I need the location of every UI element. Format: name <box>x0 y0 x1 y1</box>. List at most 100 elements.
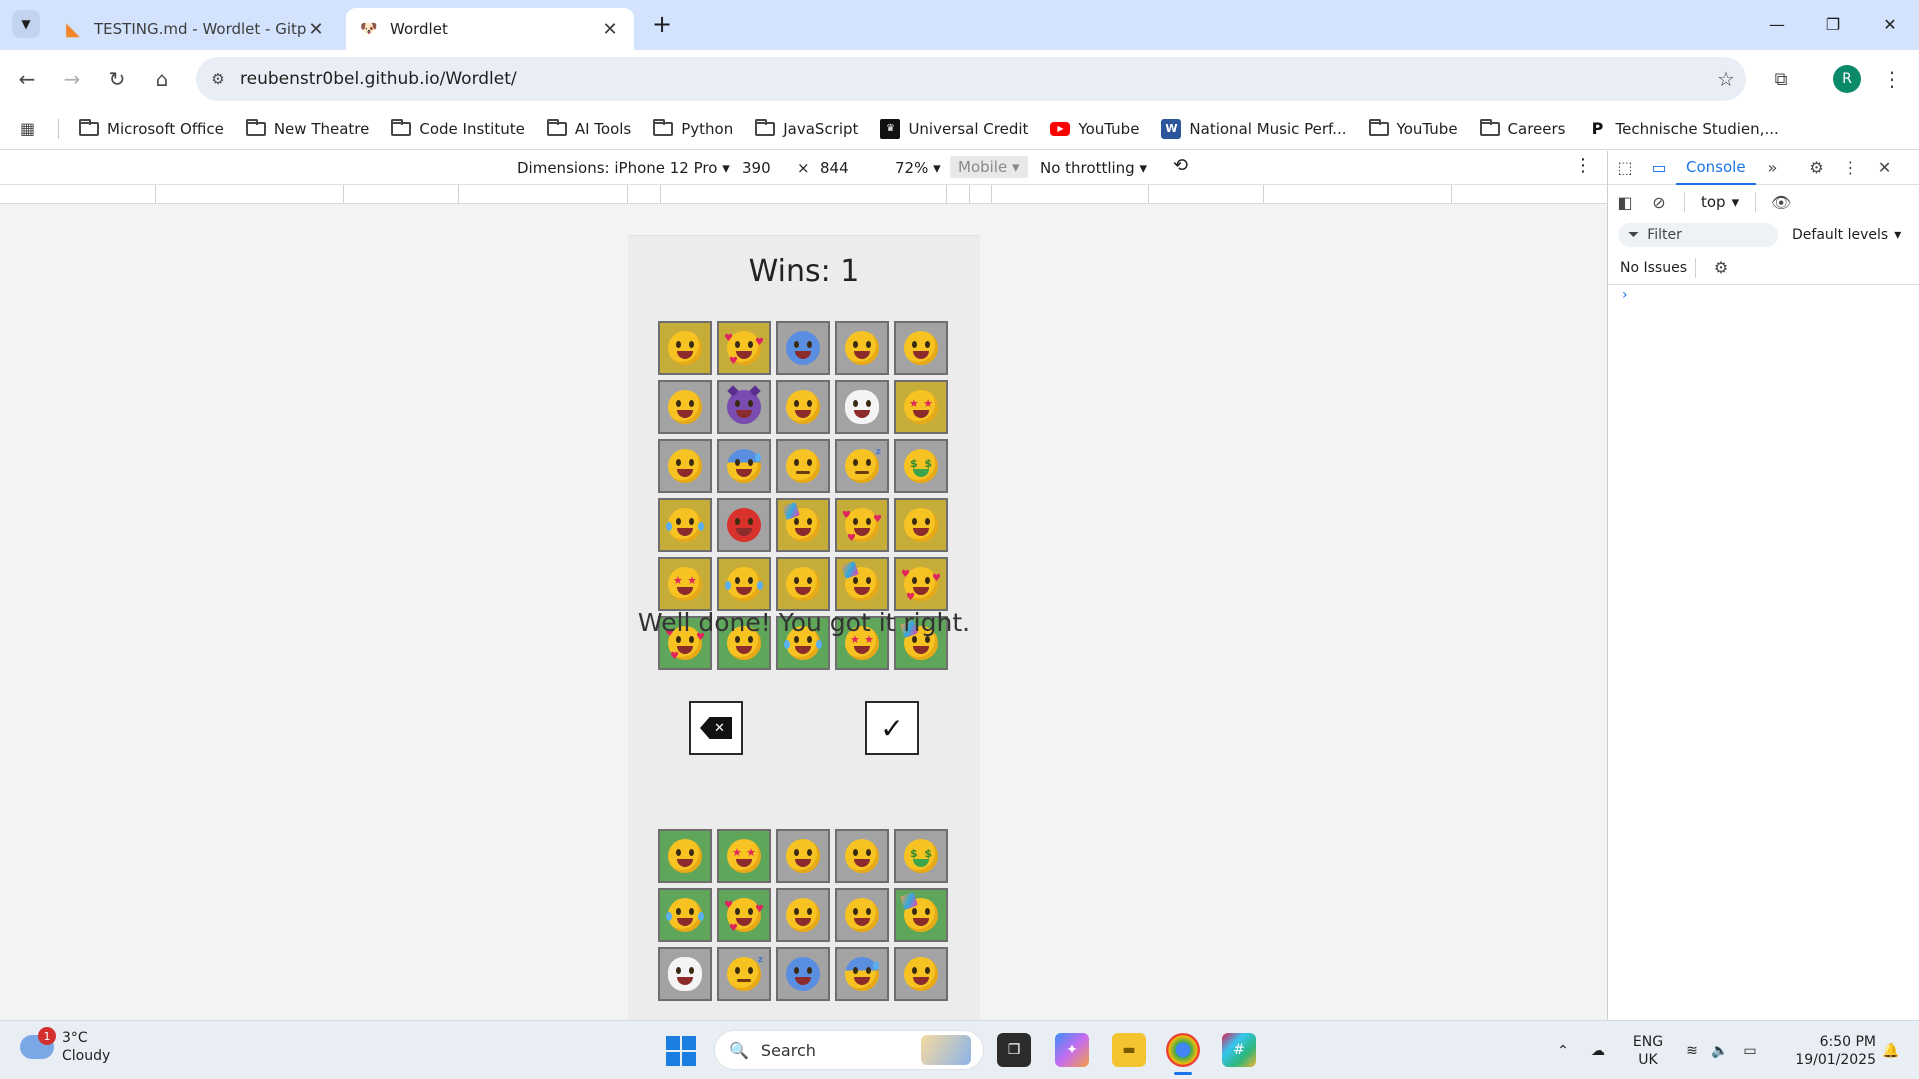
forward-button[interactable]: → <box>55 62 89 96</box>
keyboard-tile[interactable] <box>658 947 712 1001</box>
issues-label[interactable]: No Issues <box>1620 260 1687 276</box>
search-highlight-image <box>921 1035 971 1065</box>
sidebar-toggle-icon[interactable]: ◧ <box>1608 187 1642 217</box>
keyboard-tile[interactable] <box>776 947 830 1001</box>
apps-grid-icon[interactable]: ▦ <box>20 119 44 138</box>
console-prompt[interactable]: › <box>1622 287 1628 303</box>
address-bar[interactable]: ⚙ reubenstr0bel.github.io/Wordlet/ ☆ <box>196 57 1746 101</box>
bookmark-python[interactable]: Python <box>653 118 733 138</box>
keyboard-tile[interactable] <box>658 829 712 883</box>
start-button[interactable] <box>666 1036 696 1066</box>
bookmark-technische-studien[interactable]: P Technische Studien,... <box>1588 119 1779 138</box>
more-tabs-icon[interactable]: » <box>1756 153 1790 183</box>
notifications-icon[interactable]: 🔔 <box>1876 1043 1906 1059</box>
chrome-icon[interactable] <box>1166 1033 1200 1075</box>
close-icon[interactable]: ✕ <box>600 19 620 40</box>
taskbar-search[interactable]: 🔍 Search <box>714 1030 984 1070</box>
inspect-element-icon[interactable]: ⬚ <box>1608 153 1642 183</box>
context-select[interactable]: top ▾ <box>1693 193 1747 211</box>
keyboard-tile[interactable] <box>776 829 830 883</box>
battery-icon[interactable]: ▭ <box>1734 1043 1766 1059</box>
reload-button[interactable]: ↻ <box>100 62 134 96</box>
volume-icon[interactable]: 🔈 <box>1706 1043 1734 1059</box>
thinking-face-icon <box>786 898 820 932</box>
close-icon[interactable]: ✕ <box>1868 153 1902 183</box>
rotate-icon[interactable]: ⟲ <box>1173 155 1188 176</box>
file-explorer-icon[interactable]: ▬ <box>1112 1033 1146 1067</box>
language-indicator[interactable]: ENG UK <box>1618 1033 1678 1069</box>
puzzle-icon: ⧉ <box>1774 68 1788 90</box>
width-input[interactable]: 390 <box>742 159 771 177</box>
extensions-button[interactable]: ⧉ <box>1764 62 1798 96</box>
eye-icon[interactable]: 👁 <box>1764 187 1798 217</box>
bookmark-star-icon[interactable]: ☆ <box>1706 67 1746 91</box>
device-toggle-icon[interactable]: ▭ <box>1642 153 1676 183</box>
home-button[interactable]: ⌂ <box>145 62 179 96</box>
settings-gear-icon[interactable]: ⚙ <box>1800 153 1834 183</box>
chevron-up-icon[interactable]: ⌃ <box>1548 1043 1578 1059</box>
keyboard-tile[interactable]: $ $ <box>894 829 948 883</box>
height-input[interactable]: 844 <box>820 159 849 177</box>
tab-gitpod[interactable]: ◣ TESTING.md - Wordlet - Gitpod ✕ <box>50 8 340 50</box>
keyboard-tile[interactable] <box>658 888 712 942</box>
keyboard-tile[interactable]: ♥ ♥ ♥ <box>717 888 771 942</box>
profile-avatar[interactable]: R <box>1833 65 1861 93</box>
device-select[interactable]: Dimensions: iPhone 12 Pro ▾ <box>517 159 730 177</box>
backspace-button[interactable]: ✕ <box>689 701 743 755</box>
copilot-icon[interactable]: ✦ <box>1055 1033 1089 1067</box>
pleading-face-icon <box>668 390 702 424</box>
minimize-button[interactable]: — <box>1759 8 1795 40</box>
new-tab-button[interactable]: + <box>648 10 676 38</box>
tears-of-joy-face-icon <box>666 898 704 932</box>
throttling-select[interactable]: No throttling ▾ <box>1040 159 1147 177</box>
keyboard-tile[interactable]: ★ ★ <box>717 829 771 883</box>
filter-input[interactable]: ⏷ Filter <box>1618 223 1778 247</box>
onedrive-icon[interactable]: ☁ <box>1578 1043 1618 1059</box>
tab-wordlet[interactable]: 🐶 Wordlet ✕ <box>346 8 634 50</box>
guess-tile: ♥ ♥ ♥ <box>835 498 889 552</box>
divider <box>58 118 59 139</box>
site-info-icon[interactable]: ⚙ <box>196 70 240 88</box>
grimacing-face-icon <box>668 449 702 483</box>
weather-widget[interactable]: 1 3°C Cloudy <box>20 1027 110 1065</box>
bookmark-ai-tools[interactable]: AI Tools <box>546 118 631 138</box>
bookmark-national-music[interactable]: W National Music Perf... <box>1161 118 1347 139</box>
more-vertical-icon[interactable]: ⋮ <box>1574 155 1592 176</box>
keyboard-tile[interactable] <box>835 947 889 1001</box>
bookmark-universal-credit[interactable]: ♛ Universal Credit <box>880 118 1028 139</box>
tab-search-button[interactable]: ▼ <box>12 10 40 38</box>
bookmark-youtube-folder[interactable]: YouTube <box>1368 118 1458 138</box>
wifi-icon[interactable]: ≋ <box>1678 1043 1706 1059</box>
keyboard-tile[interactable] <box>835 888 889 942</box>
url-text[interactable]: reubenstr0bel.github.io/Wordlet/ <box>240 69 1706 89</box>
tab-console[interactable]: Console <box>1676 151 1756 185</box>
bookmark-javascript[interactable]: JavaScript <box>755 118 858 138</box>
clock[interactable]: 6:50 PM 19/01/2025 <box>1766 1033 1876 1069</box>
keyboard-tile[interactable] <box>894 888 948 942</box>
bookmark-microsoft-office[interactable]: Microsoft Office <box>79 118 224 138</box>
devtools-panel: ⬚ ▭ Console » ⚙ ⋮ ✕ ◧ ⊘ top ▾ 👁 ⏷ Filter… <box>1607 151 1919 1020</box>
bookmark-youtube[interactable]: ▶ YouTube <box>1050 120 1139 138</box>
bookmark-code-institute[interactable]: Code Institute <box>391 118 525 138</box>
keyboard-tile[interactable] <box>776 888 830 942</box>
close-icon[interactable]: ✕ <box>306 19 326 40</box>
more-vertical-icon[interactable]: ⋮ <box>1834 153 1868 183</box>
levels-select[interactable]: Default levels ▾ <box>1792 227 1901 243</box>
console-settings-icon[interactable]: ⚙ <box>1704 253 1738 283</box>
task-view-icon[interactable]: ❐ <box>997 1033 1031 1067</box>
keyboard-tile[interactable] <box>835 829 889 883</box>
mobile-select[interactable]: Mobile ▾ <box>950 156 1028 178</box>
back-button[interactable]: ← <box>10 62 44 96</box>
zoom-select[interactable]: 72% ▾ <box>895 159 941 177</box>
slack-icon[interactable]: # <box>1222 1033 1256 1067</box>
browser-menu-button[interactable]: ⋮ <box>1878 62 1906 96</box>
window-close-button[interactable]: ✕ <box>1872 8 1908 40</box>
guess-tile: ♥ ♥ ♥ <box>894 557 948 611</box>
clear-console-icon[interactable]: ⊘ <box>1642 187 1676 217</box>
submit-button[interactable]: ✓ <box>865 701 919 755</box>
keyboard-tile[interactable]: z <box>717 947 771 1001</box>
bookmark-careers[interactable]: Careers <box>1479 118 1566 138</box>
keyboard-tile[interactable] <box>894 947 948 1001</box>
bookmark-new-theatre[interactable]: New Theatre <box>245 118 369 138</box>
restore-button[interactable]: ❐ <box>1815 8 1851 40</box>
